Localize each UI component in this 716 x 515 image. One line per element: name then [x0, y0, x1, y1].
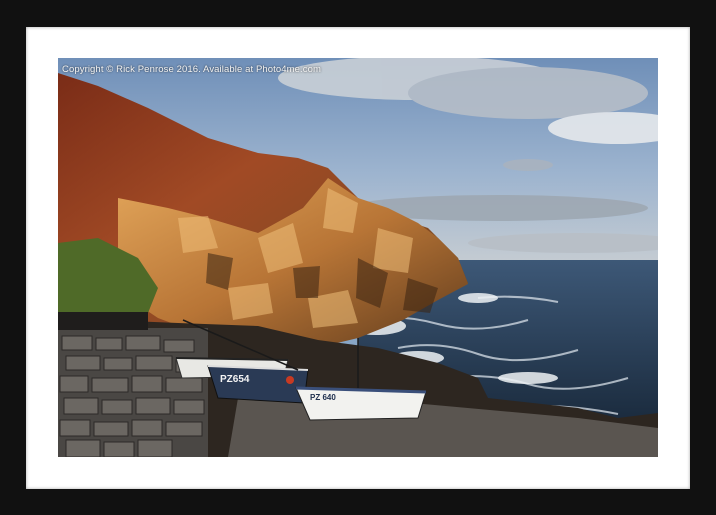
copyright-watermark: Copyright © Rick Penrose 2016. Available… — [62, 64, 322, 75]
framed-photograph: PZ654 PZ 640 Copyright © Rick Penrose 20… — [58, 58, 658, 457]
boat-registration-blue: PZ654 — [220, 374, 250, 385]
picture-frame: PZ654 PZ 640 Copyright © Rick Penrose 20… — [0, 0, 716, 515]
buoy — [286, 376, 294, 384]
boat-registration-white: PZ 640 — [310, 393, 336, 402]
stone-wall — [58, 312, 208, 457]
fishing-boat-blue: PZ654 — [207, 365, 309, 404]
coastal-scene: PZ654 PZ 640 — [58, 58, 658, 457]
